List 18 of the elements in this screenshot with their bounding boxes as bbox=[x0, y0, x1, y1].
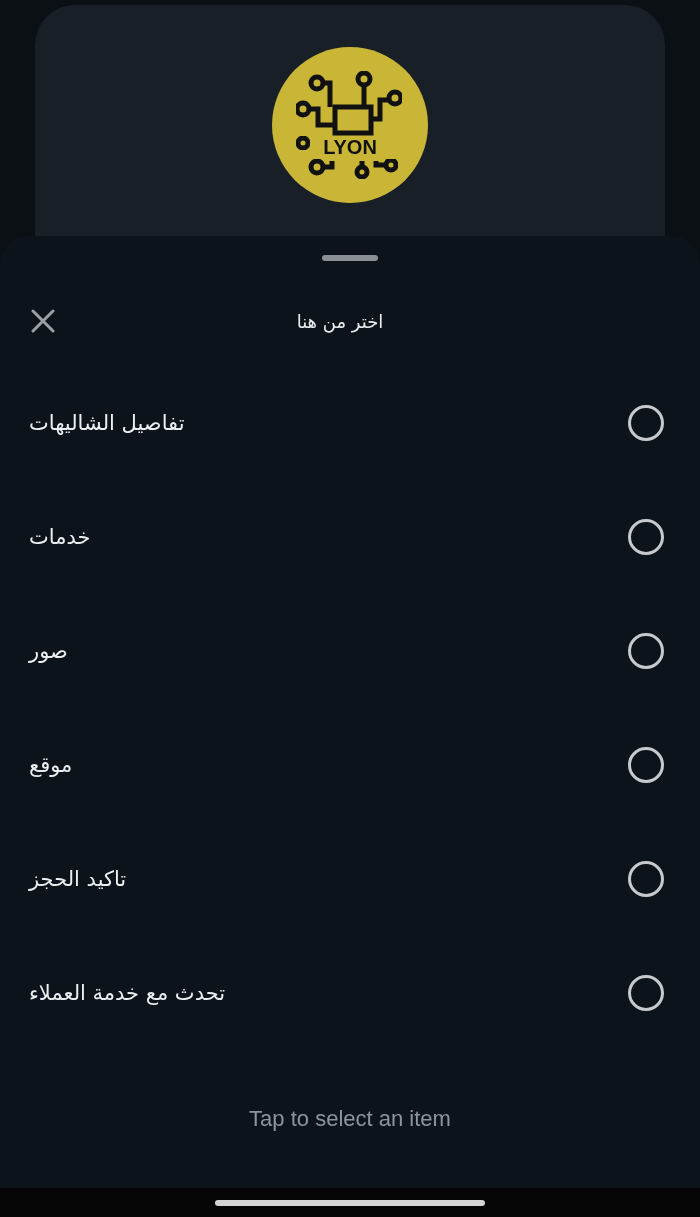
radio-button[interactable] bbox=[628, 975, 664, 1011]
option-label[interactable]: تحدث مع خدمة العملاء bbox=[29, 978, 226, 1008]
close-icon bbox=[31, 309, 55, 333]
option-label[interactable]: موقع bbox=[29, 750, 73, 780]
radio-button[interactable] bbox=[628, 519, 664, 555]
radio-button[interactable] bbox=[628, 633, 664, 669]
sheet-title: اختر من هنا bbox=[296, 309, 384, 335]
logo-text: LYON bbox=[323, 136, 377, 158]
option-label[interactable]: تاكيد الحجز bbox=[29, 864, 127, 894]
option-label[interactable]: صور bbox=[29, 636, 68, 666]
radio-button[interactable] bbox=[628, 405, 664, 441]
close-button[interactable] bbox=[29, 307, 57, 335]
option-label[interactable]: خدمات bbox=[29, 522, 91, 552]
radio-button[interactable] bbox=[628, 747, 664, 783]
radio-button[interactable] bbox=[628, 861, 664, 897]
option-label[interactable]: تفاصيل الشاليهات bbox=[29, 408, 185, 438]
drag-handle[interactable] bbox=[322, 255, 378, 261]
hint-text: Tap to select an item bbox=[249, 1106, 451, 1132]
